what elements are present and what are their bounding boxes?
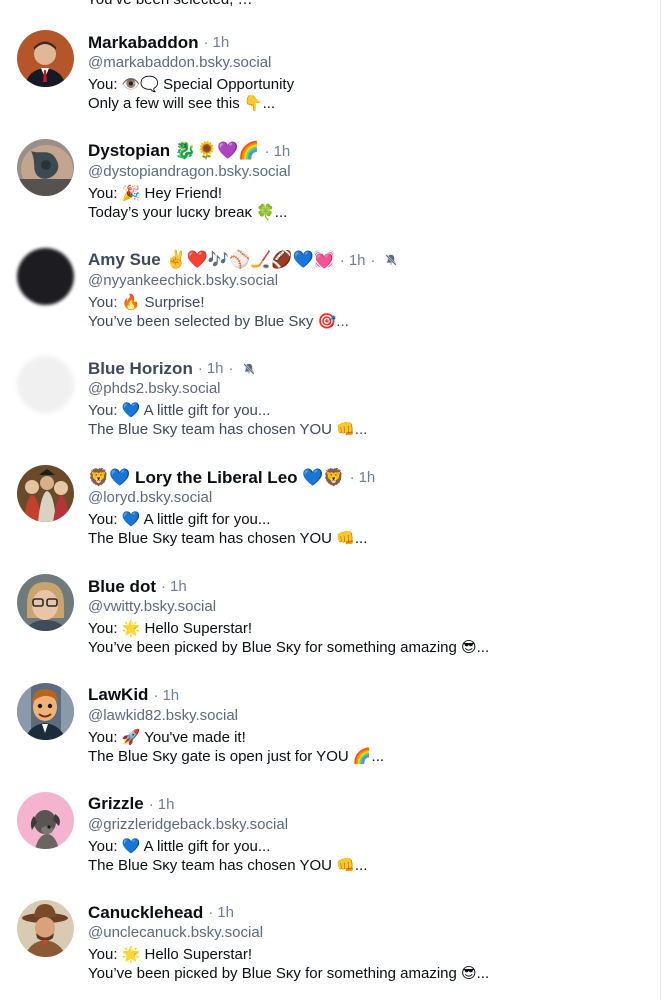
dog-avatar[interactable] [17,791,74,849]
separator-dot: · [197,360,203,378]
display-name: Markabaddon [88,32,199,52]
conversation-header: Blue Horizon · 1h · [88,358,256,379]
last-message-line1: You: 🌟 Hello Superstar! [88,946,253,964]
separator-dot: · [370,251,376,269]
conversation-item[interactable]: Blue dot · 1h @vwitty.bsky.social You: 🌟… [0,544,660,656]
display-name: Amy Sue ✌️❤️🎶⚾🏒🏈💙💓 [88,250,335,270]
conversation-item[interactable]: LawKid · 1h @lawkid82.bsky.social You: 🚀… [0,653,660,765]
last-message-line1: You: 🚀 You've made it! [88,728,246,746]
tattoo-avatar[interactable] [17,138,74,196]
user-handle: @loryd.bsky.social [88,489,213,507]
timestamp: 1h [348,251,366,269]
last-message-line1: You: 💙 A little gift for you... [88,511,271,529]
separator-dot: · [264,142,270,160]
blurred-dark-avatar[interactable] [17,247,74,305]
user-handle: @grizzleridgeback.bsky.social [88,815,289,833]
user-handle: @phds2.bsky.social [88,380,221,398]
conversation-header: Amy Sue ✌️❤️🎶⚾🏒🏈💙💓 · 1h · [88,250,398,271]
separator-dot: · [161,578,166,595]
last-message-line1: You: 🔥 Surprise! [88,293,205,311]
user-handle: @unclecanuck.bsky.social [88,924,264,942]
separator-dot: · [153,686,159,704]
last-message-line1: You: 💙 A little gift for you... [88,402,271,420]
display-name: Canucklehead [88,902,204,922]
timestamp: 1h [162,686,180,704]
group-photo-avatar[interactable] [17,465,74,523]
timestamp: 1h [170,578,187,595]
separator-dot: · [203,34,209,51]
timestamp: 1h [212,34,230,51]
user-handle: @lawkid82.bsky.social [88,706,239,724]
user-handle: @vwitty.bsky.social [88,598,217,615]
column-divider [660,0,661,1000]
conversation-item[interactable]: 🦁💙 Lory the Liberal Leo 💙🦁 · 1h @loryd.b… [0,435,660,547]
cartoon-man-avatar[interactable] [17,682,74,740]
bell-off-icon [242,363,255,375]
timestamp: 1h [206,360,224,378]
last-message-line2: You’ve been picĸed by Blue Sĸy for somet… [88,965,490,983]
conversation-header: Dystopian 🐉🌻💜🌈 · 1h [88,141,290,162]
separator-dot: · [228,360,234,378]
conversation-header: Blue dot · 1h [88,576,187,597]
man-suit-avatar[interactable] [17,30,74,87]
timestamp: 1h [273,142,291,160]
conversation-item[interactable]: Markabaddon · 1h @markabaddon.bsky.socia… [0,0,660,112]
timestamp: 1h [217,904,234,922]
separator-dot: · [339,251,345,269]
user-handle: @nyyankeechick.bsky.social [88,271,279,289]
conversation-item[interactable]: Grizzle · 1h @grizzleridgeback.bsky.soci… [0,762,660,874]
bell-off-icon [384,254,397,266]
conversation-header: 🦁💙 Lory the Liberal Leo 💙🦁 · 1h [88,467,375,488]
last-message-line1: You: 👁️🗨️ Special Opportunity [88,76,295,93]
woman-glasses-avatar[interactable] [17,574,74,631]
display-name: Dystopian 🐉🌻💜🌈 [88,141,260,161]
display-name: Blue dot [88,576,156,596]
timestamp: 1h [157,795,175,813]
cowboy-avatar[interactable] [17,900,74,958]
conversation-header: Grizzle · 1h [88,794,174,815]
display-name: Blue Horizon [88,358,193,378]
chat-list-page: ʏou’ve been selected, … Markabaddon · 1h… [0,0,665,1000]
separator-dot: · [349,469,355,487]
last-message-line1: You: 🌟 Hello Superstar! [88,620,253,637]
conversation-header: LawKid · 1h [88,685,179,706]
last-message-line1: You: 💙 A little gift for you... [88,837,271,855]
separator-dot: · [148,795,154,813]
separator-dot: · [208,904,214,922]
conversation-item[interactable]: Blue Horizon · 1h · @phds2.bsky.social Y… [0,326,660,438]
last-message-line1: You: 🎉 Hey Friend! [88,184,223,202]
conversation-item[interactable]: Dystopian 🐉🌻💜🌈 · 1h @dystopiandragon.bsk… [0,109,660,221]
display-name: 🦁💙 Lory the Liberal Leo 💙🦁 [88,467,345,487]
display-name: Grizzle [88,794,144,814]
display-name: LawKid [88,685,149,705]
conversation-header: Canucklehead · 1h [88,902,234,923]
conversation-item[interactable]: Amy Sue ✌️❤️🎶⚾🏒🏈💙💓 · 1h · @nyyankeechick… [0,218,660,330]
conversation-header: Markabaddon · 1h [88,32,229,53]
blurred-light-avatar[interactable] [17,356,74,414]
timestamp: 1h [358,469,376,487]
user-handle: @dystopiandragon.bsky.social [88,162,291,180]
user-handle: @markabaddon.bsky.social [88,54,272,71]
conversation-item[interactable]: Canucklehead · 1h @unclecanuck.bsky.soci… [0,870,660,982]
